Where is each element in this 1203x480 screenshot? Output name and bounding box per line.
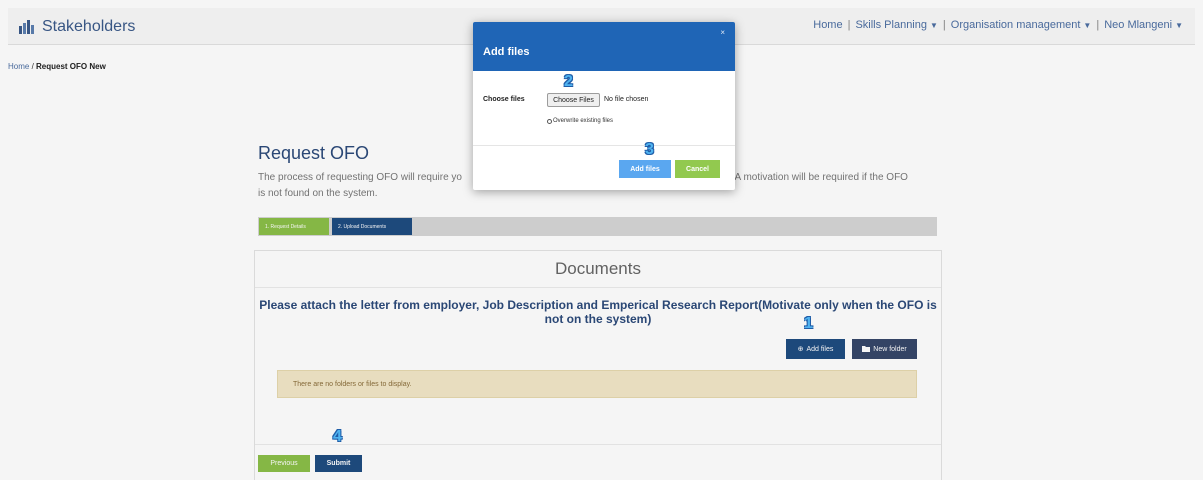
callout-4: 4 <box>333 428 342 445</box>
modal-header: Add files × <box>473 22 735 71</box>
overwrite-label: Overwrite existing files <box>553 118 614 124</box>
add-files-modal: Add files × Choose files Choose Files No… <box>473 22 735 190</box>
close-icon[interactable]: × <box>720 28 725 37</box>
file-status-text: No file chosen <box>604 96 649 103</box>
modal-cancel-button[interactable]: Cancel <box>675 160 720 178</box>
callout-3: 3 <box>645 141 654 158</box>
overwrite-option[interactable]: Overwrite existing files <box>547 118 613 124</box>
divider <box>473 145 735 146</box>
overwrite-radio[interactable] <box>547 118 552 124</box>
modal-title: Add files <box>483 46 530 58</box>
modal-add-files-button[interactable]: Add files <box>619 160 671 178</box>
choose-files-button[interactable]: Choose Files <box>547 93 600 107</box>
choose-files-label: Choose files <box>483 96 525 103</box>
callout-1: 1 <box>804 315 813 332</box>
callout-2: 2 <box>564 73 573 90</box>
